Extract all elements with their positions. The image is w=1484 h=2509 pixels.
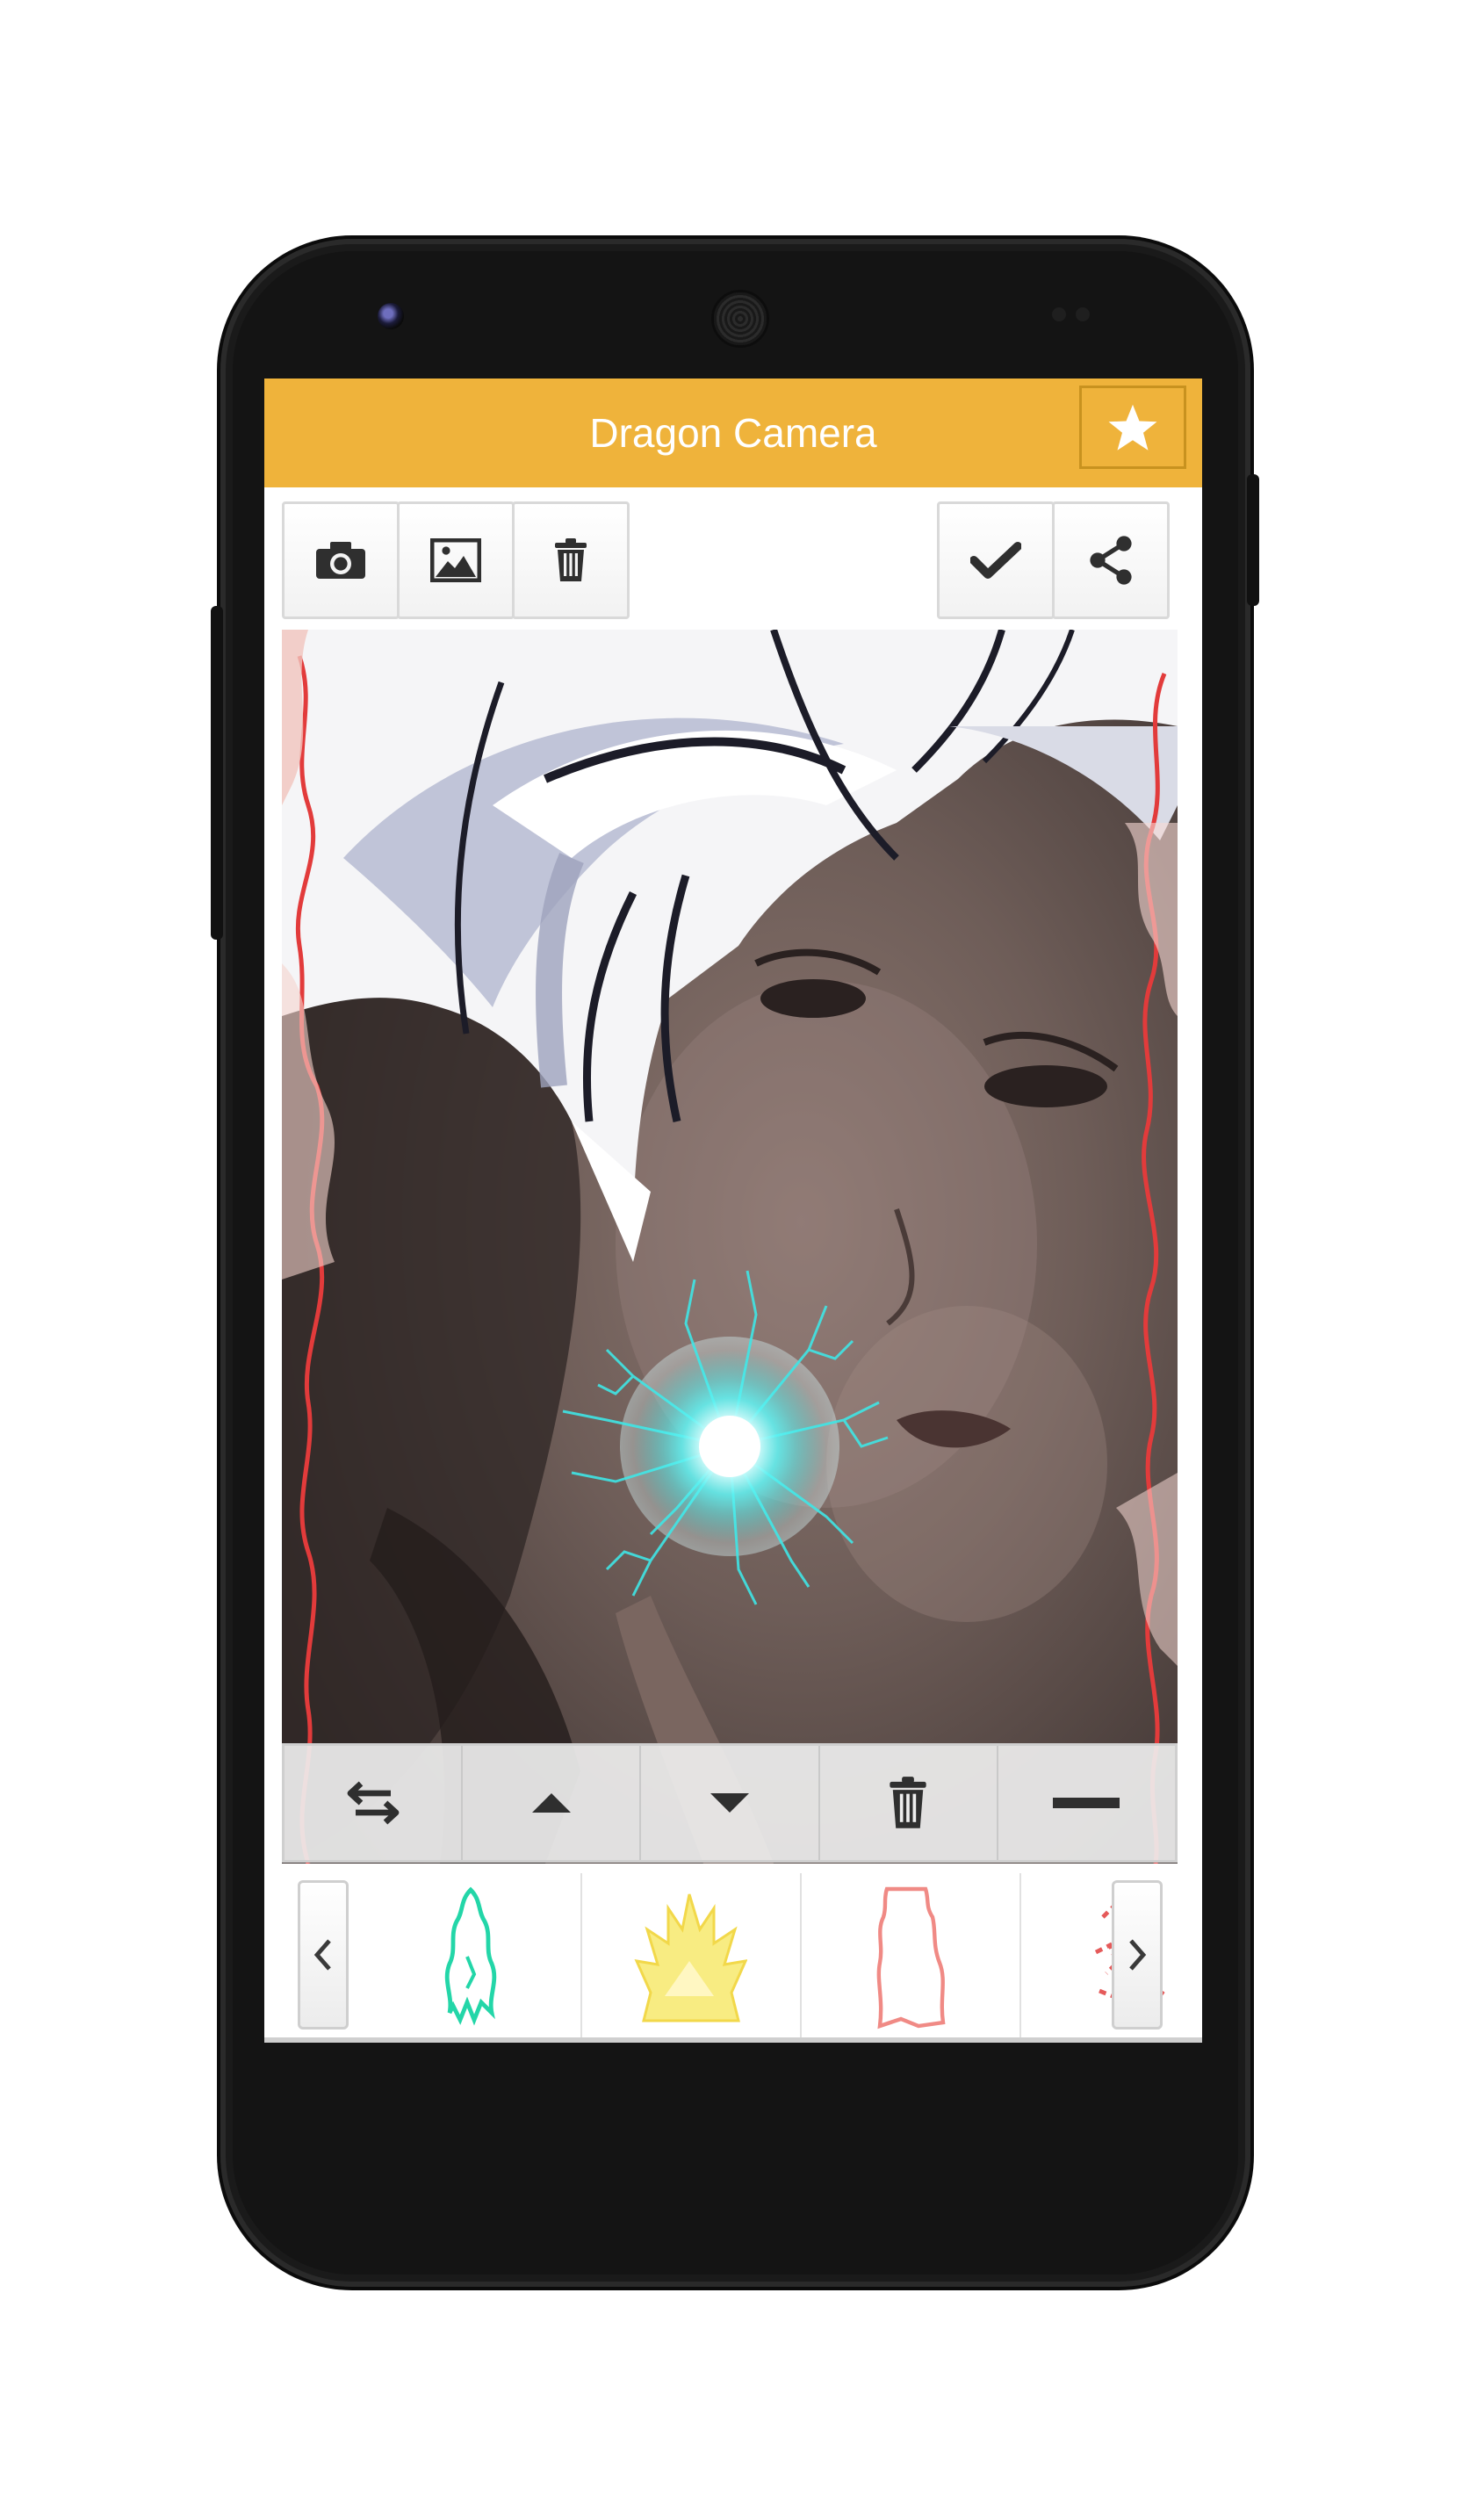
remove-sticker-button[interactable]	[820, 1746, 998, 1860]
screen-bottom-edge	[264, 2037, 1202, 2043]
light-sensor	[1076, 307, 1090, 321]
title-bar: Dragon Camera	[264, 379, 1202, 487]
star-icon	[1108, 404, 1157, 451]
camera-icon	[316, 542, 365, 579]
sticker-hair-yellow[interactable]	[580, 1873, 802, 2040]
photo-canvas[interactable]	[282, 630, 1178, 1864]
aura-red-outline-sticker-icon	[876, 1886, 946, 2030]
aura-cyan-sticker-icon	[444, 1886, 497, 2026]
camera-button[interactable]	[282, 501, 400, 619]
volume-button	[211, 606, 223, 940]
toolbar	[264, 487, 1202, 624]
trash-icon	[890, 1777, 926, 1828]
minus-icon	[1053, 1798, 1120, 1808]
app-screen: Dragon Camera	[264, 379, 1202, 2043]
favorite-button[interactable]	[1079, 386, 1186, 469]
flip-button[interactable]	[285, 1746, 464, 1860]
delete-button[interactable]	[512, 501, 630, 619]
sticker-aura-red-sparks[interactable]	[1019, 1873, 1202, 2040]
chevron-left-icon	[313, 1939, 331, 1971]
earpiece-speaker	[711, 290, 769, 348]
trash-icon	[555, 538, 587, 581]
next-sticker-button[interactable]	[1112, 1880, 1163, 2030]
sticker-aura-red-outline[interactable]	[800, 1873, 1021, 2040]
sticker-aura-cyan[interactable]	[361, 1873, 582, 2040]
share-icon	[1090, 536, 1132, 585]
front-camera	[378, 303, 404, 329]
prev-sticker-button[interactable]	[298, 1880, 349, 2030]
gallery-button[interactable]	[397, 501, 515, 619]
hair-yellow-sticker-icon	[634, 1893, 747, 2022]
move-down-button[interactable]	[641, 1746, 820, 1860]
sticker-strip	[282, 1871, 1178, 2043]
image-icon	[430, 538, 481, 582]
triangle-up-icon	[531, 1793, 571, 1813]
minimize-button[interactable]	[998, 1746, 1175, 1860]
proximity-sensor	[1052, 307, 1066, 321]
app-title: Dragon Camera	[589, 410, 877, 456]
confirm-button[interactable]	[937, 501, 1055, 619]
chevron-right-icon	[1129, 1939, 1147, 1971]
edit-controls	[282, 1743, 1178, 1863]
move-up-button[interactable]	[463, 1746, 642, 1860]
power-button	[1247, 474, 1259, 606]
triangle-down-icon	[710, 1793, 749, 1813]
check-icon	[970, 542, 1021, 579]
swap-arrows-icon	[347, 1781, 399, 1825]
share-button[interactable]	[1052, 501, 1170, 619]
